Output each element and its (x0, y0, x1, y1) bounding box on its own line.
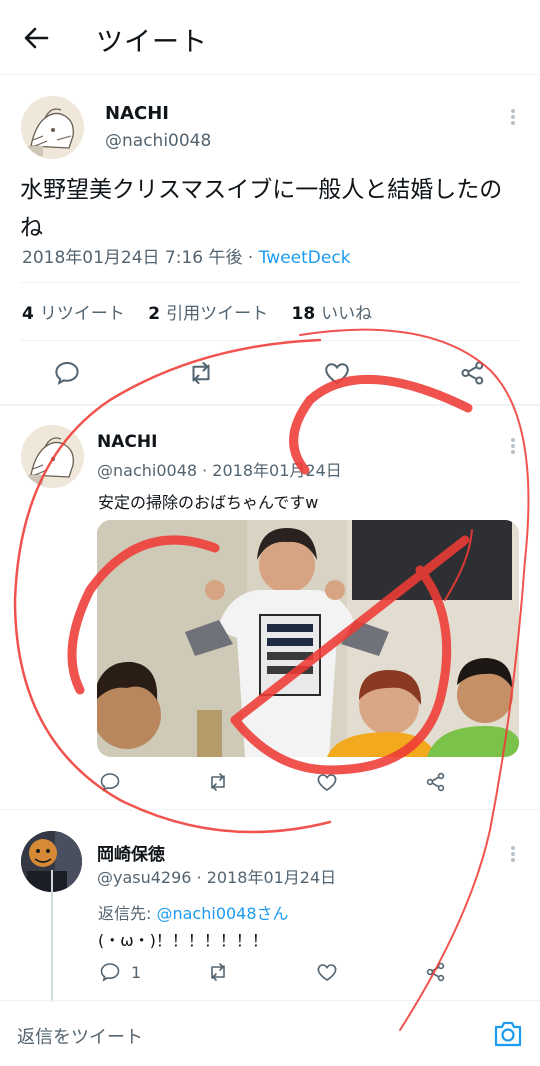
camera-icon[interactable] (492, 1019, 524, 1049)
reply-icon[interactable] (52, 358, 82, 388)
more-options-icon[interactable] (509, 107, 517, 129)
share-icon[interactable] (424, 770, 448, 794)
tweet-media-image[interactable] (97, 520, 519, 757)
author-handle-date[interactable]: @yasu4296 · 2018年01月24日 (97, 864, 336, 888)
back-arrow-icon[interactable] (20, 22, 52, 54)
avatar[interactable] (21, 425, 84, 488)
share-icon[interactable] (458, 358, 488, 388)
tweet-meta: 2018年01月24日 7:16 午後 · TweetDeck (22, 243, 351, 268)
tweet-text: 水野望美クリスマスイブに一般人と結婚したのね (20, 177, 503, 241)
tweet-source-link[interactable]: TweetDeck (259, 248, 351, 268)
reply-tweet[interactable]: NACHI @nachi0048 · 2018年01月24日 安定の掃除のおばち… (0, 405, 540, 810)
reply-to-handle-link[interactable]: @nachi0048さん (156, 904, 288, 923)
reply-input-placeholder[interactable]: 返信をツイート (17, 1023, 143, 1049)
retweet-icon[interactable] (186, 358, 216, 388)
reply-count: 1 (131, 963, 142, 982)
author-name[interactable]: 岡崎保徳 (97, 840, 165, 865)
more-options-icon[interactable] (509, 844, 517, 866)
tweet-timestamp[interactable]: 2018年01月24日 7:16 午後 · (22, 248, 259, 268)
tweet-text: 安定の掃除のおばちゃんですw (98, 493, 319, 512)
likes-stat[interactable]: 18 いいね (292, 304, 373, 324)
like-icon[interactable] (315, 960, 339, 984)
tweet-stats: 4 リツイート 2 引用ツイート 18 いいね (22, 299, 390, 324)
share-icon[interactable] (424, 960, 448, 984)
reply-icon[interactable] (98, 960, 122, 984)
divider (20, 340, 520, 341)
reply-icon[interactable] (98, 770, 122, 794)
retweet-icon[interactable] (206, 960, 230, 984)
main-tweet: NACHI @nachi0048 水野望美クリスマスイブに一般人と結婚したのね … (0, 75, 540, 405)
tweet-text: (・ω・)！！！！！！！ (98, 931, 268, 950)
retweets-stat[interactable]: 4 リツイート (22, 304, 125, 324)
thread-connector-line (51, 870, 53, 1002)
page-title: ツイート (96, 27, 208, 58)
top-bar: ツイート (0, 0, 540, 75)
divider (20, 282, 520, 283)
author-name[interactable]: NACHI (97, 432, 157, 452)
avatar[interactable] (21, 96, 84, 159)
reply-compose-bar[interactable]: 返信をツイート (0, 1000, 540, 1066)
author-handle[interactable]: @nachi0048 (105, 131, 211, 151)
like-icon[interactable] (315, 770, 339, 794)
more-options-icon[interactable] (509, 436, 517, 458)
reply-tweet[interactable]: 岡崎保徳 @yasu4296 · 2018年01月24日 返信先: @nachi… (0, 810, 540, 1002)
quotes-stat[interactable]: 2 引用ツイート (148, 304, 268, 324)
like-icon[interactable] (322, 358, 352, 388)
author-handle-date[interactable]: @nachi0048 · 2018年01月24日 (97, 457, 342, 481)
retweet-icon[interactable] (206, 770, 230, 794)
author-name[interactable]: NACHI (105, 103, 169, 124)
reply-to-line: 返信先: @nachi0048さん (98, 904, 289, 923)
